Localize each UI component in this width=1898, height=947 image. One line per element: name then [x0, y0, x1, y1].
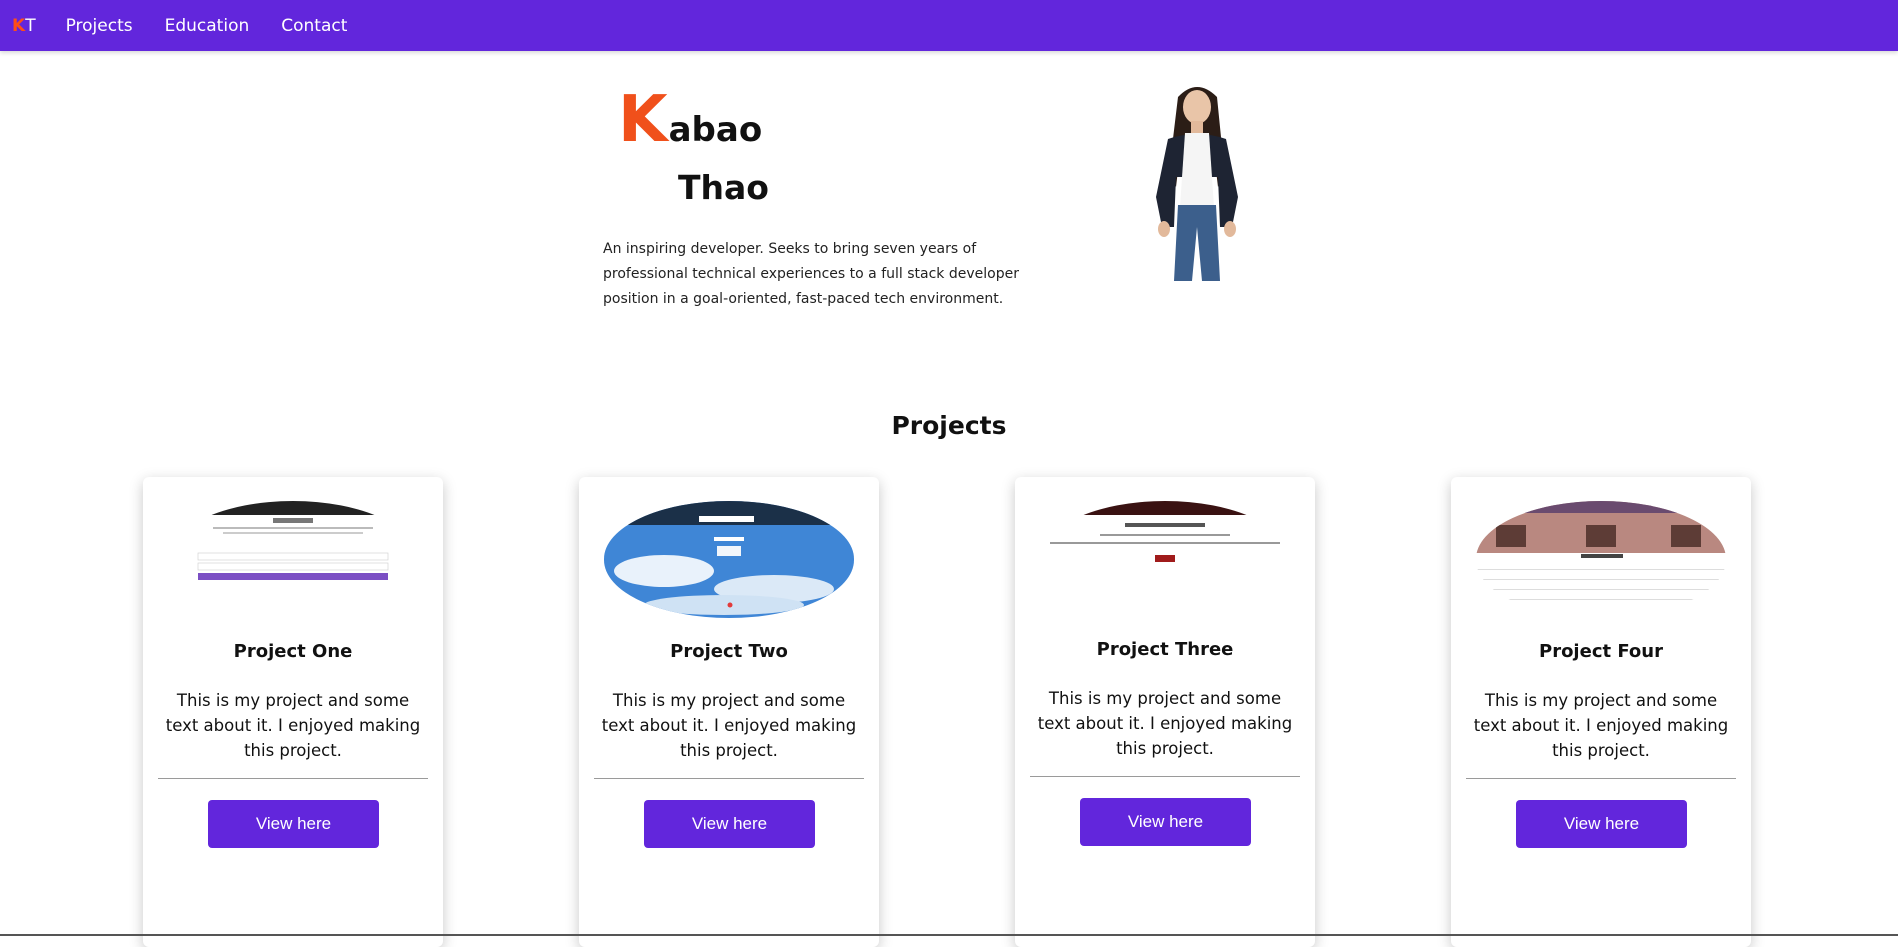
project-card-title: Project Two — [670, 641, 788, 662]
hero-first-name-rest: abao — [668, 110, 763, 150]
view-project-two-button[interactable]: View here — [644, 800, 815, 848]
card-divider — [158, 778, 428, 779]
nav-link-contact[interactable]: Contact — [281, 16, 347, 36]
project-two-screenshot — [604, 501, 854, 618]
project-one-screenshot — [168, 501, 418, 618]
project-card-title: Project Three — [1096, 639, 1234, 660]
card-divider — [594, 778, 864, 779]
nav-link-education[interactable]: Education — [165, 16, 250, 36]
project-card-1: Project One This is my project and some … — [143, 477, 443, 947]
project-card-2: Project Two This is my project and some … — [579, 477, 879, 947]
brand-logo-k: K — [12, 15, 26, 36]
brand-logo[interactable]: K T — [12, 16, 36, 36]
project-card-description: This is my project and some text about i… — [601, 691, 857, 760]
project-three-screenshot — [1040, 501, 1290, 618]
view-project-three-button[interactable]: View here — [1080, 798, 1251, 846]
view-project-four-button[interactable]: View here — [1516, 800, 1687, 848]
project-card-description: This is my project and some text about i… — [1037, 689, 1293, 758]
profile-portrait — [1156, 87, 1238, 281]
view-project-one-button[interactable]: View here — [208, 800, 379, 848]
hero-first-name: K abao — [618, 88, 762, 152]
navbar: K T Projects Education Contact — [0, 0, 1898, 51]
nav-link-projects[interactable]: Projects — [66, 16, 133, 36]
project-card-title: Project Four — [1539, 641, 1663, 662]
hero-last-name: Thao — [678, 168, 769, 207]
project-four-screenshot — [1476, 501, 1726, 618]
projects-heading: Projects — [891, 411, 1007, 440]
project-card-title: Project One — [233, 641, 353, 662]
brand-logo-t: T — [25, 15, 36, 36]
project-card-4: Project Four This is my project and some… — [1451, 477, 1751, 947]
hero-bio: An inspiring developer. Seeks to bring s… — [603, 241, 1019, 307]
project-card-3: Project Three This is my project and som… — [1015, 477, 1315, 947]
project-card-description: This is my project and some text about i… — [1473, 691, 1729, 760]
hero-initial: K — [618, 83, 668, 157]
card-divider — [1466, 778, 1736, 779]
card-divider — [1030, 776, 1300, 777]
project-card-description: This is my project and some text about i… — [165, 691, 421, 760]
